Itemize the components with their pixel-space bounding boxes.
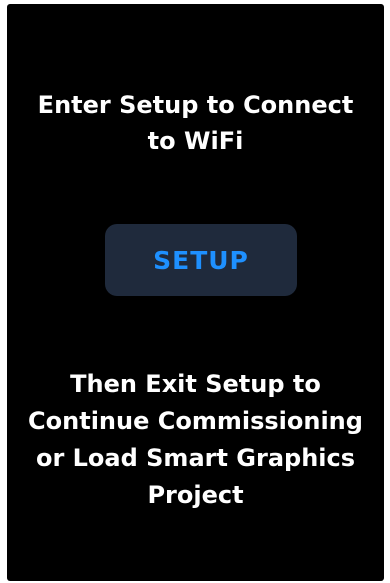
commissioning-instruction: Then Exit Setup to Continue Commissionin… [7, 366, 384, 514]
instruction-line: Continue Commissioning [28, 407, 363, 435]
device-screen: Enter Setup to Connect to WiFi SETUP The… [7, 4, 384, 581]
wifi-setup-instruction: Enter Setup to Connect to WiFi [7, 87, 384, 159]
instruction-line: Enter Setup to Connect [37, 91, 354, 119]
instruction-line: Then Exit Setup to [70, 370, 321, 398]
setup-button[interactable]: SETUP [105, 224, 297, 296]
instruction-line: or Load Smart Graphics [35, 444, 356, 472]
instruction-line: Project [147, 481, 244, 509]
instruction-line: to WiFi [147, 127, 244, 155]
setup-button-label: SETUP [153, 245, 249, 275]
